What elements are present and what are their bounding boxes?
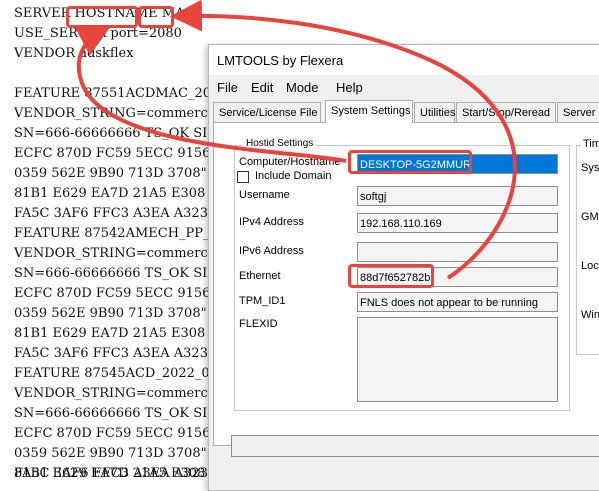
arrow-hostname-to-computer bbox=[74, 26, 347, 163]
annotation-arrows bbox=[74, 0, 517, 280]
tab-system-settings[interactable]: System Settings bbox=[325, 100, 413, 123]
